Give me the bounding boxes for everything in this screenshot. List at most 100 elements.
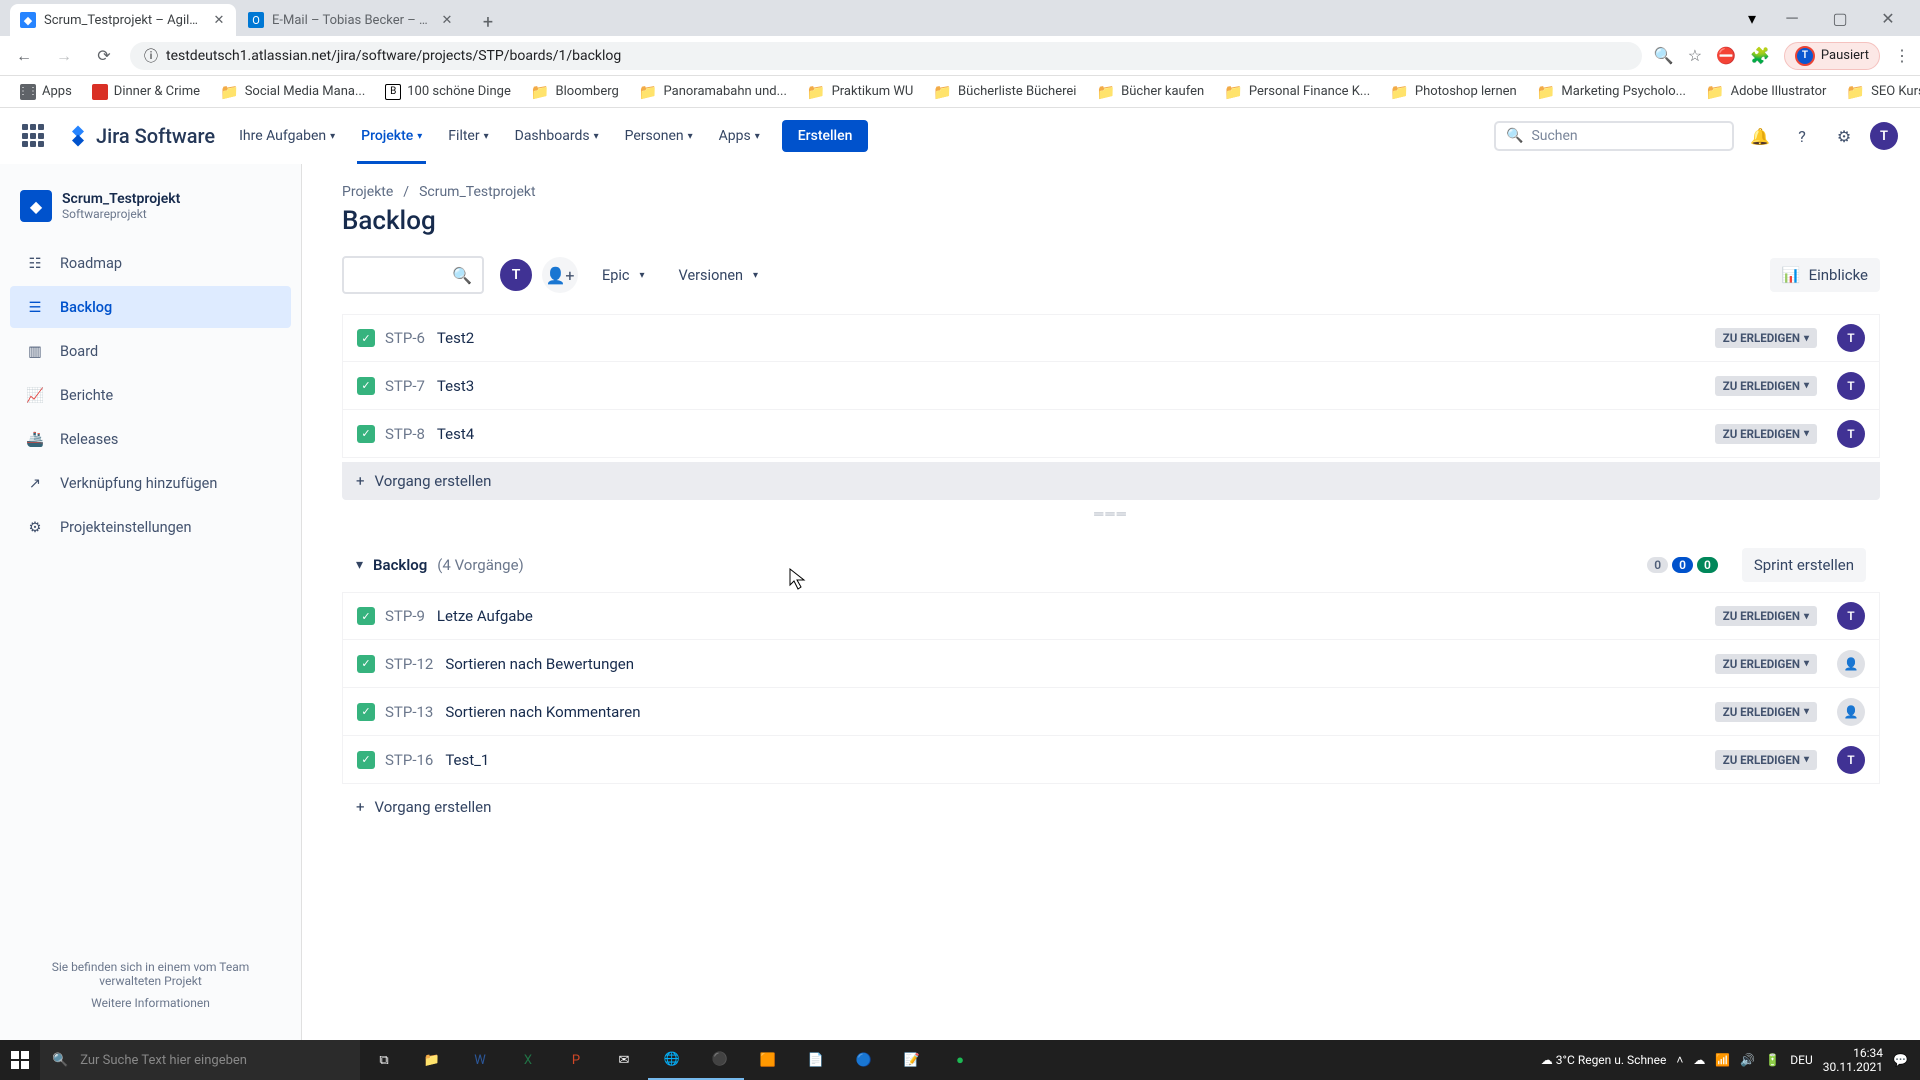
breadcrumb-project[interactable]: Scrum_Testprojekt	[419, 184, 536, 200]
chrome-menu-icon[interactable]: ⋮	[1894, 46, 1910, 65]
board-search-input[interactable]: 🔍	[342, 256, 484, 294]
window-maximize-button[interactable]: ▢	[1818, 4, 1862, 32]
adblock-icon[interactable]: ⛔	[1716, 46, 1736, 65]
bookmark-item[interactable]: 📁Social Media Mana...	[212, 79, 373, 105]
version-filter[interactable]: Versionen▾	[669, 261, 769, 290]
issue-row[interactable]: ✓ STP-16 Test_1 ZU ERLEDIGEN▾ T	[342, 736, 1880, 784]
issue-row[interactable]: ✓ STP-13 Sortieren nach Kommentaren ZU E…	[342, 688, 1880, 736]
add-member-button[interactable]: 👤+	[542, 257, 578, 293]
status-badge[interactable]: ZU ERLEDIGEN▾	[1715, 654, 1817, 674]
sidebar-item-reports[interactable]: 📈Berichte	[10, 374, 291, 416]
sidebar-item-project-settings[interactable]: ⚙Projekteinstellungen	[10, 506, 291, 548]
sidebar-item-roadmap[interactable]: ☷Roadmap	[10, 242, 291, 284]
status-badge[interactable]: ZU ERLEDIGEN▾	[1715, 424, 1817, 444]
url-field[interactable]: ⓘ testdeutsch1.atlassian.net/jira/softwa…	[130, 42, 1642, 70]
chrome-icon[interactable]: 🌐	[648, 1040, 696, 1080]
create-issue-backlog[interactable]: + Vorgang erstellen	[342, 788, 1880, 826]
create-sprint-button[interactable]: Sprint erstellen	[1742, 548, 1866, 582]
issue-key[interactable]: STP-8	[385, 425, 425, 443]
bookmark-item[interactable]: 📁Photoshop lernen	[1382, 79, 1525, 105]
file-explorer-icon[interactable]: 📁	[408, 1040, 456, 1080]
settings-icon[interactable]: ⚙	[1828, 120, 1860, 152]
bookmark-item[interactable]: B100 schöne Dinge	[377, 80, 519, 104]
spotify-icon[interactable]: ●	[936, 1040, 984, 1080]
nav-dashboards[interactable]: Dashboards▾	[511, 108, 603, 164]
bookmark-item[interactable]: 📁SEO Kurs	[1838, 79, 1920, 105]
issue-key[interactable]: STP-16	[385, 751, 433, 769]
issue-row[interactable]: ✓ STP-12 Sortieren nach Bewertungen ZU E…	[342, 640, 1880, 688]
issue-summary[interactable]: Test_1	[445, 751, 1704, 769]
user-avatar[interactable]: T	[1870, 122, 1898, 150]
backlog-section-header[interactable]: ▾ Backlog (4 Vorgänge) 0 0 0 Sprint erst…	[342, 542, 1880, 592]
issue-row[interactable]: ✓ STP-6 Test2 ZU ERLEDIGEN▾ T	[342, 314, 1880, 362]
epic-filter[interactable]: Epic▾	[592, 261, 655, 290]
notepad-icon[interactable]: 📝	[888, 1040, 936, 1080]
browser-reload-button[interactable]: ⟳	[90, 42, 118, 70]
issue-summary[interactable]: Sortieren nach Bewertungen	[445, 655, 1704, 673]
unassigned-avatar[interactable]: 👤	[1837, 650, 1865, 678]
app-icon[interactable]: 📄	[792, 1040, 840, 1080]
chrome-tab-search-icon[interactable]: ▾	[1738, 9, 1766, 28]
browser-tab-active[interactable]: ◆ Scrum_Testprojekt – Agile-Board ✕	[10, 4, 236, 36]
start-button[interactable]	[0, 1040, 40, 1080]
status-badge[interactable]: ZU ERLEDIGEN▾	[1715, 376, 1817, 396]
nav-your-work[interactable]: Ihre Aufgaben▾	[235, 108, 339, 164]
apps-bookmark[interactable]: ⋮⋮ Apps	[12, 80, 80, 104]
word-icon[interactable]: W	[456, 1040, 504, 1080]
insights-button[interactable]: 📊Einblicke	[1770, 258, 1880, 292]
section-divider-handle[interactable]: ═══	[342, 500, 1880, 542]
help-icon[interactable]: ?	[1786, 120, 1818, 152]
issue-row[interactable]: ✓ STP-9 Letze Aufgabe ZU ERLEDIGEN▾ T	[342, 592, 1880, 640]
bookmark-item[interactable]: 📁Personal Finance K...	[1216, 79, 1378, 105]
zoom-icon[interactable]: 🔍	[1654, 46, 1674, 65]
assignee-avatar[interactable]: T	[1837, 602, 1865, 630]
issue-summary[interactable]: Test4	[437, 425, 1705, 443]
site-info-icon[interactable]: ⓘ	[144, 46, 158, 66]
browser-tab-inactive[interactable]: O E-Mail – Tobias Becker – Outlook ✕	[238, 4, 464, 36]
issue-row[interactable]: ✓ STP-8 Test4 ZU ERLEDIGEN▾ T	[342, 410, 1880, 458]
sidebar-footer-link[interactable]: Weitere Informationen	[26, 996, 275, 1010]
close-icon[interactable]: ✕	[212, 13, 226, 27]
browser-forward-button[interactable]: →	[50, 42, 78, 70]
bookmark-item[interactable]: 📁Panoramabahn und...	[631, 79, 795, 105]
assignee-avatar[interactable]: T	[1837, 372, 1865, 400]
battery-icon[interactable]: 🔋	[1765, 1053, 1780, 1067]
task-view-icon[interactable]: ⧉	[360, 1040, 408, 1080]
issue-key[interactable]: STP-13	[385, 703, 433, 721]
issue-summary[interactable]: Test3	[437, 377, 1705, 395]
bookmark-item[interactable]: 📁Bücher kaufen	[1088, 79, 1212, 105]
status-badge[interactable]: ZU ERLEDIGEN▾	[1715, 328, 1817, 348]
unassigned-avatar[interactable]: 👤	[1837, 698, 1865, 726]
project-header[interactable]: ◆ Scrum_Testprojekt Softwareprojekt	[10, 184, 291, 242]
sidebar-item-backlog[interactable]: ☰Backlog	[10, 286, 291, 328]
bookmark-item[interactable]: 📁Bücherliste Bücherei	[925, 79, 1084, 105]
issue-key[interactable]: STP-9	[385, 607, 425, 625]
extensions-icon[interactable]: 🧩	[1750, 46, 1770, 65]
bookmark-item[interactable]: Dinner & Crime	[84, 80, 208, 104]
issue-summary[interactable]: Sortieren nach Kommentaren	[445, 703, 1704, 721]
issue-summary[interactable]: Test2	[437, 329, 1705, 347]
volume-icon[interactable]: 🔊	[1740, 1053, 1755, 1067]
powerpoint-icon[interactable]: P	[552, 1040, 600, 1080]
status-badge[interactable]: ZU ERLEDIGEN▾	[1715, 606, 1817, 626]
app-switcher-icon[interactable]	[22, 124, 46, 148]
bookmark-item[interactable]: 📁Adobe Illustrator	[1698, 79, 1835, 105]
bookmark-item[interactable]: 📁Bloomberg	[523, 79, 627, 105]
jira-logo[interactable]: Jira Software	[66, 124, 215, 148]
sidebar-item-board[interactable]: ▥Board	[10, 330, 291, 372]
issue-key[interactable]: STP-6	[385, 329, 425, 347]
issue-summary[interactable]: Letze Aufgabe	[437, 607, 1705, 625]
sidebar-item-releases[interactable]: 🚢Releases	[10, 418, 291, 460]
global-search-input[interactable]: 🔍 Suchen	[1494, 121, 1734, 151]
window-close-button[interactable]: ✕	[1866, 4, 1910, 32]
create-button[interactable]: Erstellen	[782, 120, 869, 152]
new-tab-button[interactable]: +	[474, 8, 502, 36]
nav-projects[interactable]: Projekte▾	[357, 108, 426, 164]
assignee-avatar[interactable]: T	[1837, 420, 1865, 448]
language-indicator[interactable]: DEU	[1790, 1053, 1812, 1067]
obs-icon[interactable]: ⚫	[696, 1040, 744, 1080]
sidebar-item-add-link[interactable]: ↗Verknüpfung hinzufügen	[10, 462, 291, 504]
taskbar-clock[interactable]: 16:34 30.11.2021	[1823, 1046, 1883, 1074]
tray-overflow-icon[interactable]: ˄	[1676, 1053, 1683, 1067]
onedrive-icon[interactable]: ☁	[1693, 1053, 1705, 1067]
